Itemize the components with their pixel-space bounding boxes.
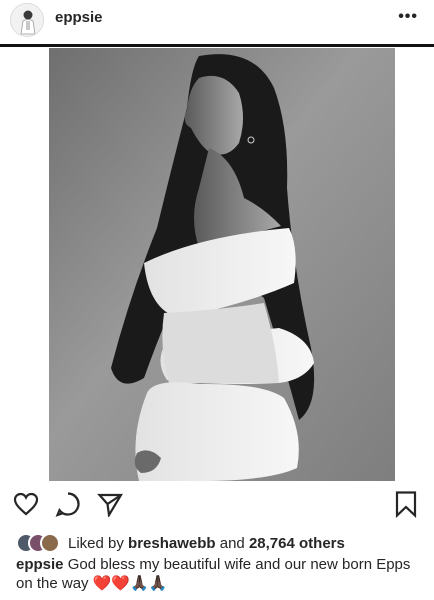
caption-emojis: ❤️❤️🙏🏿🙏🏿 xyxy=(92,574,168,592)
liked-by-prefix: Liked by xyxy=(68,534,124,552)
caption-username[interactable]: eppsie xyxy=(16,556,64,573)
paper-plane-icon[interactable] xyxy=(94,488,126,520)
bookmark-icon[interactable] xyxy=(390,488,422,520)
post-caption: eppsie God bless my beautiful wife and o… xyxy=(16,556,421,593)
avatar-image xyxy=(11,4,43,36)
maternity-portrait-image xyxy=(49,48,395,481)
post-photo[interactable] xyxy=(49,48,395,481)
post-action-bar xyxy=(0,488,434,524)
heart-icon[interactable] xyxy=(10,488,42,520)
post-username[interactable]: eppsie xyxy=(55,9,103,26)
post-header: eppsie ••• xyxy=(0,0,434,44)
more-options-icon[interactable]: ••• xyxy=(398,8,418,26)
liked-by-and: and xyxy=(219,534,245,552)
comment-icon[interactable] xyxy=(52,488,84,520)
likes-summary: Liked by breshawebb and 28,764 others xyxy=(68,535,345,552)
likes-count-link[interactable]: 28,764 others xyxy=(249,535,345,552)
likes-row[interactable]: Liked by breshawebb and 28,764 others xyxy=(16,532,345,554)
header-divider xyxy=(0,44,434,47)
liker-avatar xyxy=(40,533,60,553)
liked-by-user-link[interactable]: breshawebb xyxy=(128,535,216,552)
liker-avatars xyxy=(16,533,62,553)
profile-avatar[interactable] xyxy=(10,3,44,37)
caption-text: God bless my beautiful wife and our new … xyxy=(16,556,411,592)
